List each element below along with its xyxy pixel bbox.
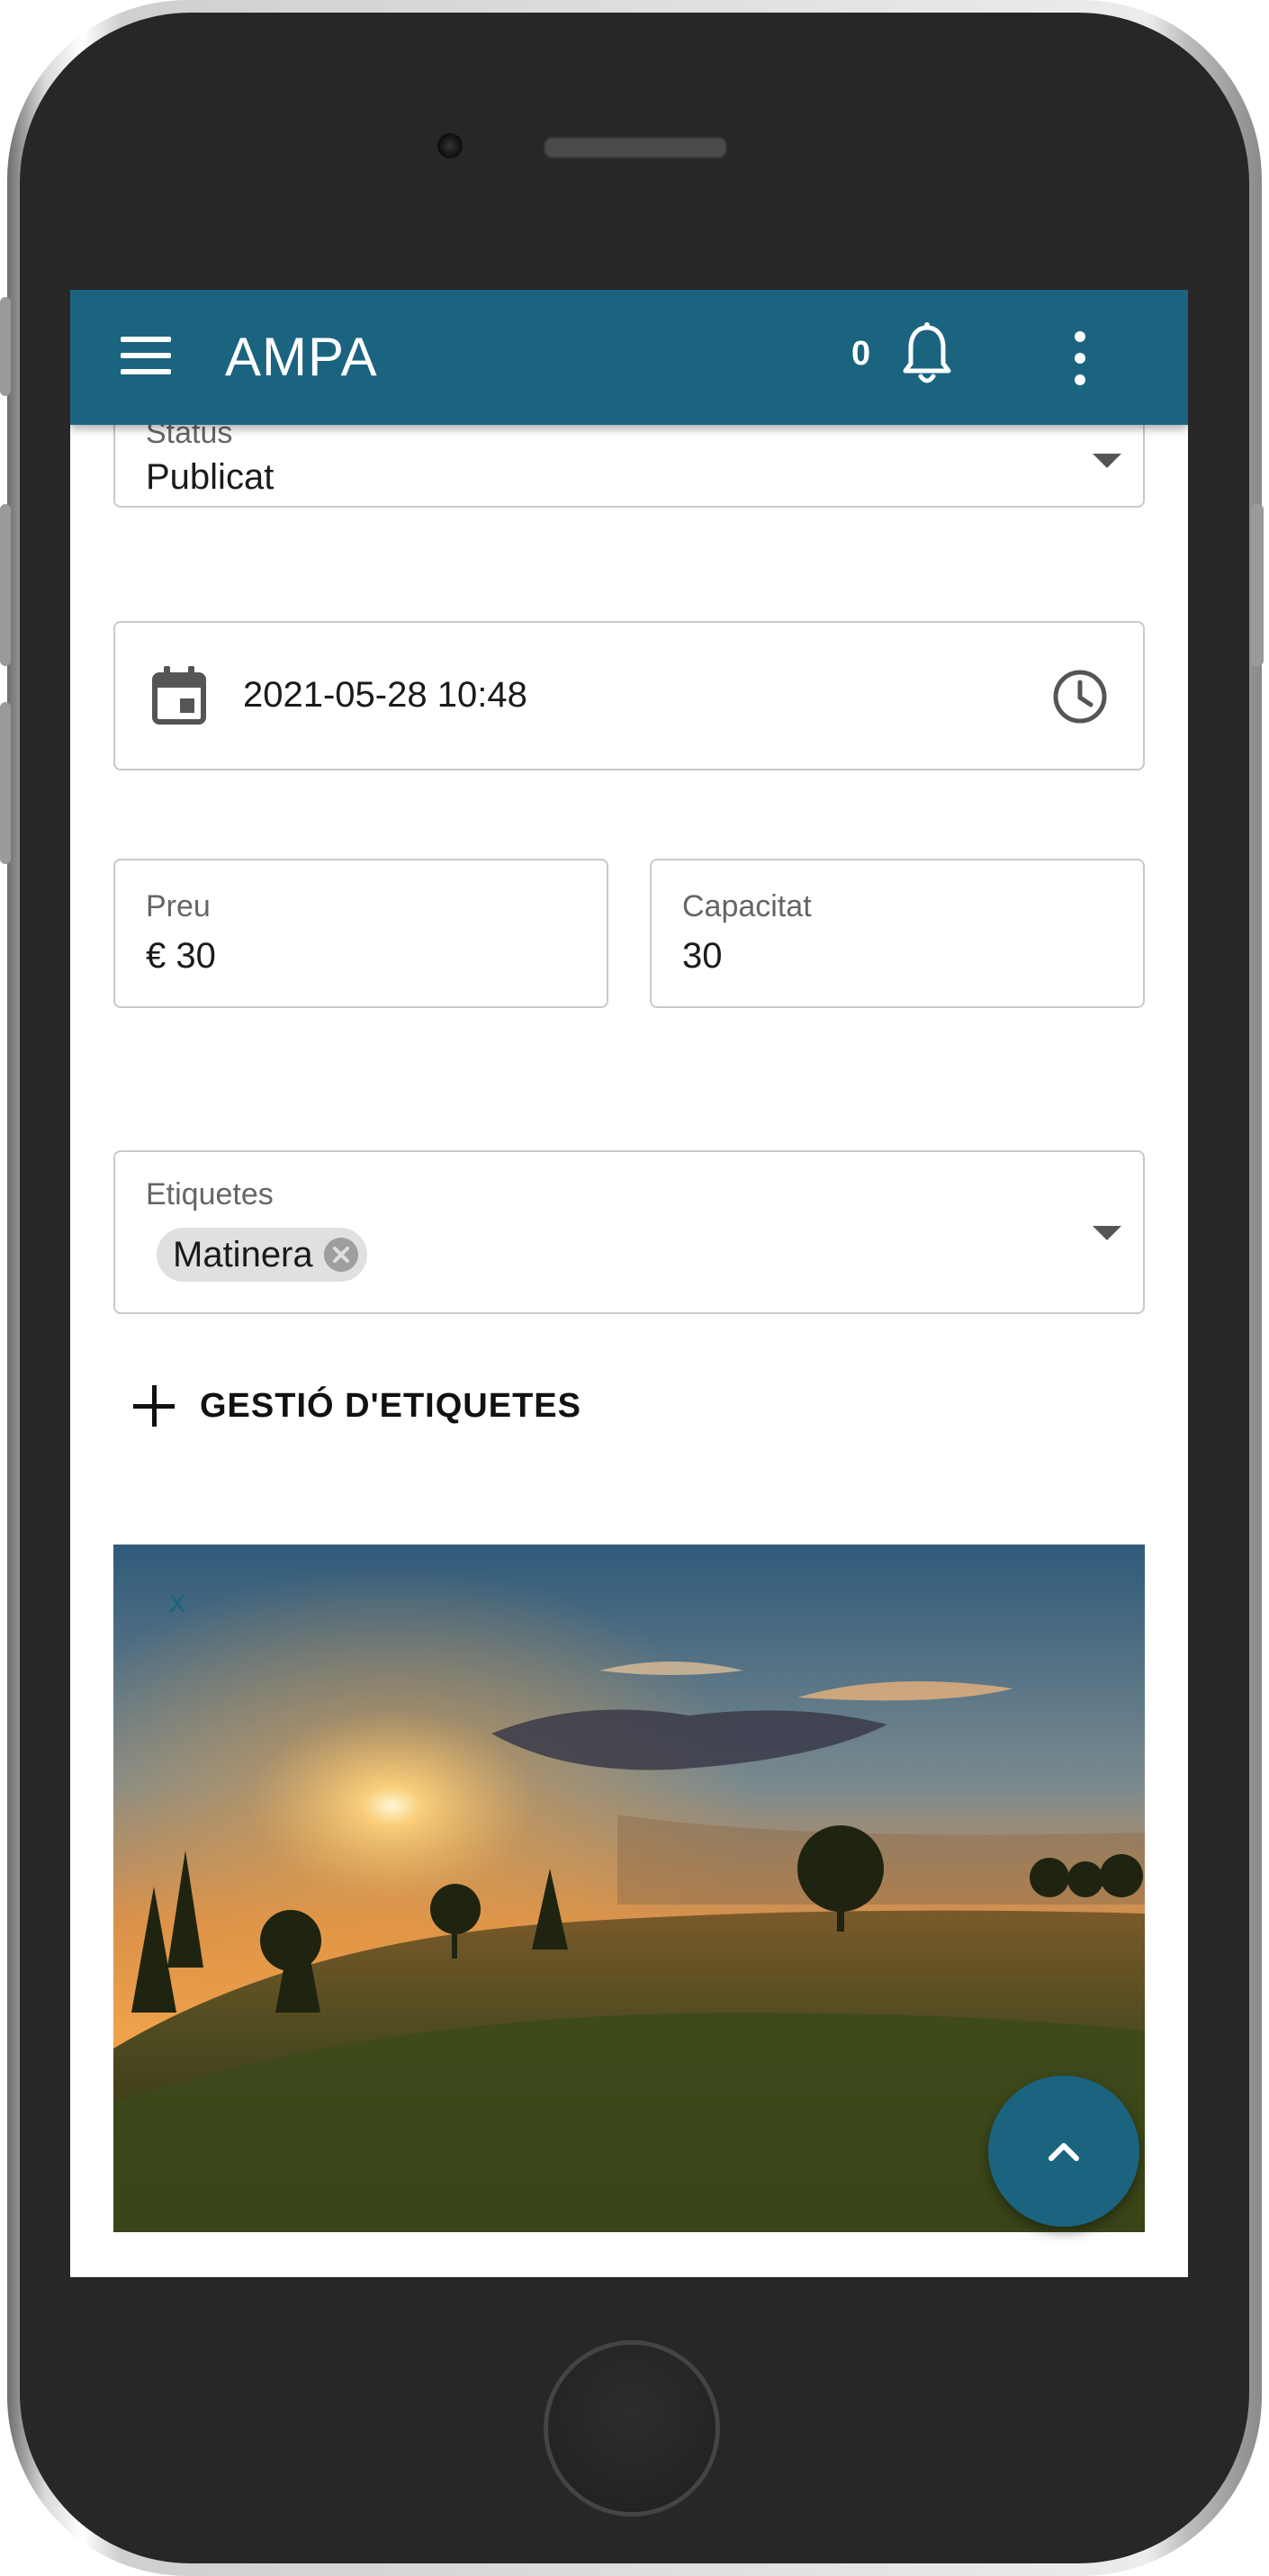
earpiece-speaker — [544, 137, 727, 158]
side-button-volume-down — [0, 702, 11, 864]
price-value: € 30 — [146, 936, 216, 976]
side-button-mute — [0, 297, 11, 396]
capacity-value: 30 — [682, 936, 723, 976]
tags-select[interactable]: Etiquetes Matinera — [113, 1150, 1145, 1314]
tag-management-label: GESTIÓ D'ETIQUETES — [200, 1386, 581, 1425]
notification-count: 0 — [851, 335, 871, 373]
front-camera — [437, 133, 463, 158]
home-button[interactable] — [544, 2340, 720, 2517]
calendar-icon[interactable] — [151, 666, 207, 725]
status-value: Publicat — [146, 457, 274, 497]
chevron-down-icon[interactable] — [1093, 454, 1121, 468]
capacity-label: Capacitat — [682, 889, 812, 923]
price-field[interactable]: Preu € 30 — [113, 859, 608, 1008]
tag-chip[interactable]: Matinera — [157, 1228, 367, 1282]
tags-label: Etiquetes — [146, 1177, 274, 1211]
side-button-volume-up — [0, 504, 11, 666]
tag-chip-label: Matinera — [173, 1234, 313, 1274]
datetime-value: 2021-05-28 10:48 — [243, 675, 527, 715]
remove-image-button[interactable]: x — [169, 1582, 185, 1620]
landscape-photo — [113, 1545, 1145, 2232]
app-title: AMPA — [225, 327, 378, 387]
price-label: Preu — [146, 889, 211, 923]
side-button-power — [1251, 504, 1264, 666]
menu-icon[interactable] — [121, 337, 171, 374]
datetime-field[interactable]: 2021-05-28 10:48 — [113, 621, 1145, 770]
bell-icon[interactable] — [902, 322, 952, 387]
chevron-down-icon[interactable] — [1093, 1226, 1121, 1240]
app-bar: AMPA 0 — [70, 290, 1188, 425]
event-image: x — [113, 1545, 1145, 2232]
capacity-field[interactable]: Capacitat 30 — [650, 859, 1145, 1008]
plus-icon — [133, 1385, 175, 1427]
app-screen: AMPA 0 Status Publicat 2021-05-28 10:48 — [70, 290, 1188, 2277]
chevron-up-icon — [1048, 2143, 1079, 2161]
scroll-top-button[interactable] — [988, 2076, 1139, 2227]
clock-icon[interactable] — [1051, 668, 1109, 725]
more-vert-icon[interactable] — [1071, 331, 1089, 385]
close-circle-icon[interactable] — [323, 1238, 358, 1272]
tag-management-button[interactable]: GESTIÓ D'ETIQUETES — [133, 1370, 581, 1442]
